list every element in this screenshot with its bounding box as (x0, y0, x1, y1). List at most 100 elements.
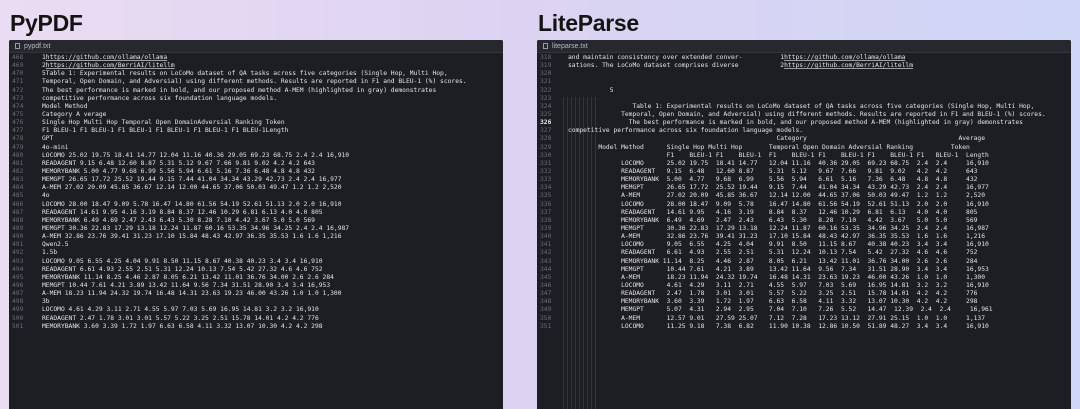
code-line: 338 MEMORYBANK 6.49 4.69 2.47 2.43 6.43 … (537, 217, 1071, 225)
line-number: 350 (540, 314, 552, 322)
code-line: 320 (537, 70, 1071, 78)
file-icon (543, 43, 548, 49)
code-line: 482 MEMORYBANK 5.00 4.77 9.68 6.99 5.56 5… (9, 168, 503, 176)
line-number: 497 (12, 290, 24, 298)
line-text: Model Method Single Hop Multi Hop Tempor… (568, 143, 970, 151)
file-tab-pypdf[interactable]: pypdf.txt (9, 40, 503, 53)
line-text: MEMORYBANK 3.60 3.39 1.72 1.97 6.63 6.58… (42, 322, 323, 330)
line-text: LOCOMO 11.25 9.18 7.38 6.82 11.90 10.38 … (568, 322, 989, 330)
line-number: 318 (540, 54, 552, 61)
code-view-liteparse[interactable]: 318 and maintain consistency over extende… (537, 53, 1071, 331)
line-text: GPT (42, 135, 54, 143)
line-text: LOCOMO 25.02 19.75 18.41 14.77 12.04 11.… (42, 151, 350, 159)
line-number: 320 (540, 70, 552, 78)
line-text: Category A verage (42, 110, 107, 118)
line-number: 482 (12, 167, 24, 175)
line-text: LOCOMO 4.61 4.29 3.11 2.71 4.55 5.97 7.0… (42, 306, 319, 314)
line-number: 480 (12, 151, 24, 159)
line-number: 322 (540, 86, 552, 94)
line-number: 490 (12, 233, 24, 241)
line-text: Temporal, Open Domain, and Adversial) us… (42, 78, 467, 86)
line-text: MEMORYBANK 6.49 4.69 2.47 2.43 6.43 5.30… (42, 216, 315, 224)
line-text: MEMORYBANK 11.14 8.25 4.46 2.87 8.05 6.2… (568, 257, 978, 265)
code-line: 474 Model Method (9, 103, 503, 111)
code-line: 330 F1 BLEU-1 F1 BLEU-1 F1 BLEU-1 F1 BLE… (537, 152, 1071, 160)
line-text: and maintain consistency over extended c… (568, 54, 906, 61)
code-line: 350 A-MEM 12.57 9.01 27.59 25.07 7.12 7.… (537, 315, 1071, 323)
code-line: 486 LOCOMO 28.00 18.47 9.09 5.78 16.47 14… (9, 201, 503, 209)
line-text: READAGENT 9.15 6.48 12.60 8.87 5.31 5.12… (42, 159, 315, 167)
line-text: 5 (568, 86, 614, 94)
line-number: 340 (540, 233, 552, 241)
line-number: 492 (12, 249, 24, 257)
code-line: 322 5 (537, 87, 1071, 95)
line-text: MEMGPT 5.07 4.31 2.94 2.95 7.04 7.10 7.2… (568, 306, 993, 314)
line-number: 327 (540, 127, 552, 135)
line-text: READAGENT 2.47 1.78 3.01 3.01 5.57 5.22 … (568, 290, 978, 298)
line-number: 351 (540, 322, 552, 330)
line-number: 328 (540, 135, 552, 143)
code-line: 339 MEMGPT 30.36 22.83 17.29 13.18 12.24… (537, 225, 1071, 233)
code-line: 470 5Table 1: Experimental results on LoC… (9, 70, 503, 78)
code-line: 328 Category Average (537, 135, 1071, 143)
line-text: READAGENT 9.15 6.48 12.60 8.87 5.31 5.12… (568, 167, 978, 175)
line-number: 345 (540, 273, 552, 281)
code-line: 333 MEMORYBANK 5.00 4.77 9.68 6.99 5.56 … (537, 176, 1071, 184)
line-text: A-MEM 18.23 11.94 24.32 19.74 16.48 14.3… (42, 290, 342, 298)
line-number: 495 (12, 273, 24, 281)
line-number: 481 (12, 159, 24, 167)
line-number: 496 (12, 281, 24, 289)
code-line: 344 MEMGPT 10.44 7.61 4.21 3.89 13.42 11… (537, 266, 1071, 274)
line-number: 499 (12, 306, 24, 314)
code-line: 479 4o-mini (9, 144, 503, 152)
code-line: 494 READAGENT 6.61 4.93 2.55 2.51 5.31 12… (9, 266, 503, 274)
code-line: 497 A-MEM 18.23 11.94 24.32 19.74 16.48 1… (9, 290, 503, 298)
line-text: 4o-mini (42, 143, 69, 151)
line-text: Category Average (568, 135, 986, 143)
line-number: 319 (540, 62, 552, 70)
line-number: 333 (540, 176, 552, 184)
line-number: 330 (540, 151, 552, 159)
line-number: 485 (12, 192, 24, 200)
line-text: 2https://github.com/BerriAI/litellm (42, 62, 175, 70)
line-number: 474 (12, 102, 24, 110)
line-text: READAGENT 2.47 1.78 3.01 3.01 5.57 5.22 … (42, 314, 319, 322)
line-number: 329 (540, 143, 552, 151)
line-number: 489 (12, 224, 24, 232)
line-number: 487 (12, 208, 24, 216)
code-line: 476 Single Hop Multi Hop Temporal Open Do… (9, 119, 503, 127)
code-line: 468 1https://github.com/ollama/ollama (9, 54, 503, 62)
line-number: 476 (12, 119, 24, 127)
panel-title-liteparse: LiteParse (538, 10, 639, 36)
line-text: 5Table 1: Experimental results on LoCoMo… (42, 70, 448, 78)
code-line: 347 READAGENT 2.47 1.78 3.01 3.01 5.57 5… (537, 290, 1071, 298)
line-text: 4o (42, 192, 50, 200)
code-view-pypdf[interactable]: 468 1https://github.com/ollama/ollama 469 2… (9, 53, 503, 331)
code-line: 326 The best performance is marked in bo… (537, 119, 1071, 127)
line-number: 501 (12, 322, 24, 330)
line-text: READAGENT 14.61 9.95 4.16 3.19 8.84 8.37… (42, 208, 323, 216)
code-line: 324 Table 1: Experimental results on LoC… (537, 103, 1071, 111)
file-tab-label: pypdf.txt (24, 42, 51, 50)
file-tab-liteparse[interactable]: liteparse.txt (537, 40, 1071, 53)
code-line: 492 1.5b (9, 249, 503, 257)
line-number: 348 (540, 298, 552, 306)
code-line: 500 READAGENT 2.47 1.78 3.01 3.01 5.57 5.… (9, 315, 503, 323)
line-number: 498 (12, 298, 24, 306)
line-number: 326 (540, 119, 552, 127)
code-line: 499 LOCOMO 4.61 4.29 3.11 2.71 4.55 5.97 … (9, 306, 503, 314)
code-line: 351 LOCOMO 11.25 9.18 7.38 6.82 11.90 10… (537, 323, 1071, 331)
line-text: A-MEM 18.23 11.94 24.32 19.74 16.48 14.3… (568, 273, 986, 281)
code-line: 341 LOCOMO 9.05 6.55 4.25 4.04 9.91 8.50… (537, 241, 1071, 249)
line-number: 468 (12, 54, 24, 61)
code-line: 485 4o (9, 192, 503, 200)
code-line: 488 MEMORYBANK 6.49 4.69 2.47 2.43 6.43 5… (9, 217, 503, 225)
line-text (559, 70, 1071, 78)
line-number: 323 (540, 94, 552, 102)
line-text: A-MEM 27.02 20.09 45.85 36.67 12.14 12.0… (568, 192, 986, 200)
line-number: 469 (12, 62, 24, 70)
code-line: 342 READAGENT 6.61 4.93 2.55 2.51 5.31 1… (537, 249, 1071, 257)
line-text: MEMORYBANK 6.49 4.69 2.47 2.43 6.43 5.30… (568, 216, 978, 224)
code-line: 487 READAGENT 14.61 9.95 4.16 3.19 8.84 8… (9, 209, 503, 217)
line-number: 493 (12, 257, 24, 265)
